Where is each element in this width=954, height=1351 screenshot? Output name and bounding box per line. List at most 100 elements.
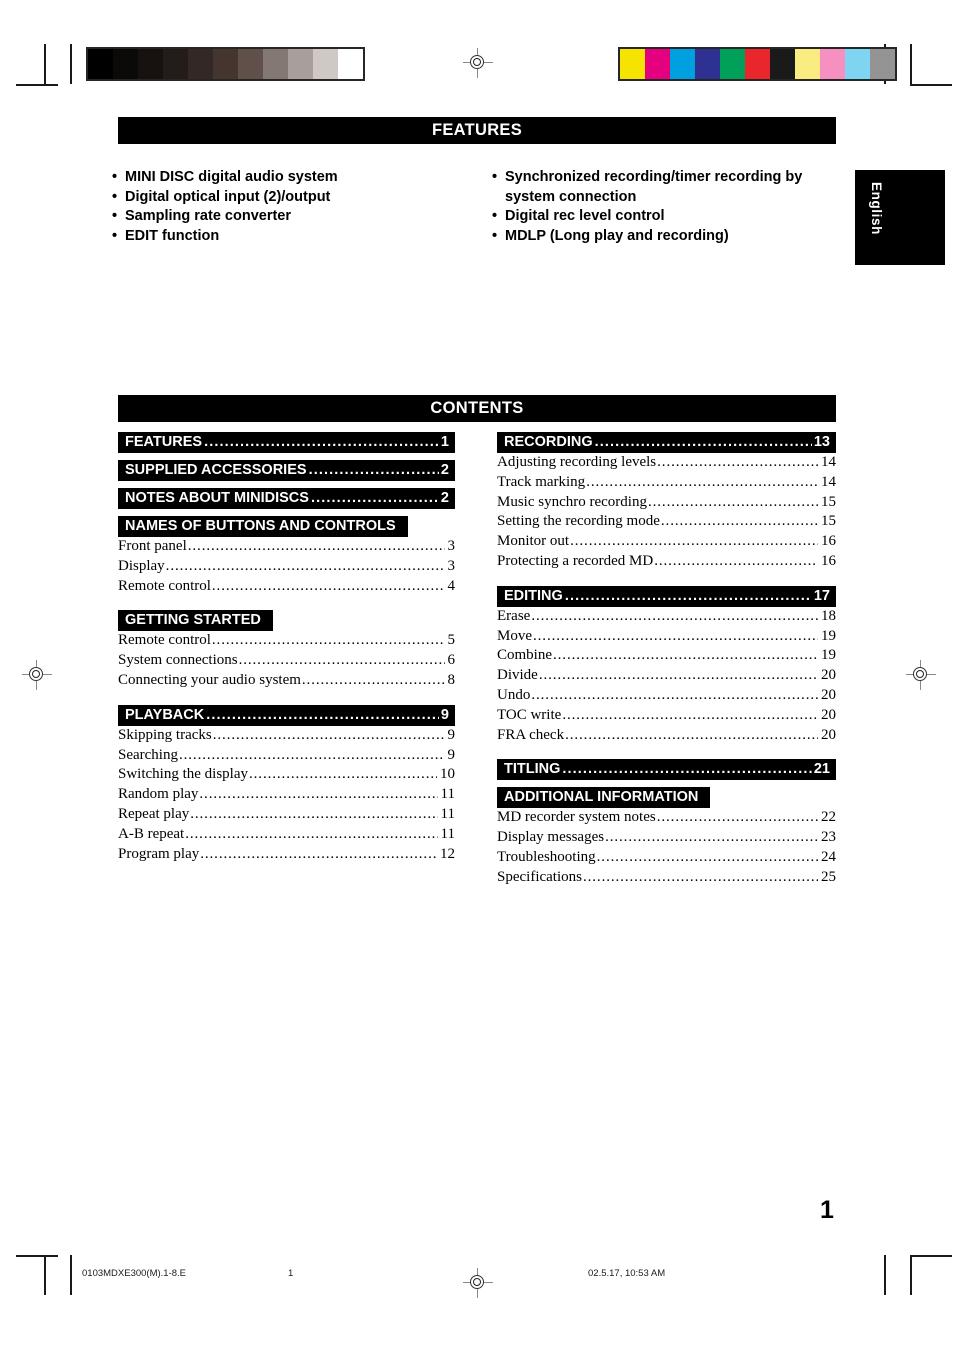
- toc-entry-page: 19: [821, 647, 836, 664]
- toc-entry-label: Music synchro recording: [497, 493, 647, 510]
- toc-entry[interactable]: Music synchro recording.................…: [497, 493, 836, 513]
- toc-entry-page: 10: [440, 766, 455, 783]
- toc-entry[interactable]: Remote control..........................…: [118, 577, 455, 597]
- toc-entry[interactable]: Display messages........................…: [497, 828, 836, 848]
- toc-entry[interactable]: Divide..................................…: [497, 666, 836, 686]
- toc-entry[interactable]: Program play............................…: [118, 845, 455, 865]
- color-swatch: [820, 49, 845, 79]
- toc-section-bar[interactable]: TITLING.................................…: [497, 759, 836, 781]
- toc-leader-dots: ........................................…: [211, 577, 445, 594]
- toc-section-bar[interactable]: FEATURES................................…: [118, 432, 455, 453]
- features-header-label: FEATURES: [431, 121, 523, 139]
- toc-entry[interactable]: Random play.............................…: [118, 785, 455, 805]
- toc-entry-label: Searching: [118, 746, 178, 763]
- toc-leader-dots: ........................................…: [211, 632, 445, 649]
- toc-leader-dots: ........................................…: [200, 845, 437, 862]
- toc-entry-label: Random play: [118, 786, 199, 803]
- contents-header-label: CONTENTS: [430, 399, 524, 417]
- toc-entry[interactable]: Connecting your audio system............…: [118, 671, 455, 691]
- toc-group-spacer: [118, 509, 455, 516]
- grayscale-step-wedge: [86, 47, 365, 81]
- toc-entry-page: 15: [821, 493, 836, 510]
- toc-entry-label: Erase: [497, 607, 531, 624]
- toc-entry[interactable]: Remote control..........................…: [118, 631, 455, 651]
- toc-entry[interactable]: Track marking...........................…: [497, 473, 836, 493]
- toc-section-bar[interactable]: RECORDING...............................…: [497, 432, 836, 453]
- toc-entry-page: 25: [821, 868, 836, 885]
- feature-bullet-label: MINI DISC digital audio system: [125, 169, 338, 185]
- toc-entry[interactable]: Front panel.............................…: [118, 537, 455, 557]
- color-swatch: [870, 49, 895, 79]
- toc-section-label: TITLING: [504, 761, 561, 778]
- registration-mark-right-middle: [906, 660, 936, 690]
- crop-mark-top-left-vertical: [44, 44, 46, 84]
- toc-entry[interactable]: Adjusting recording levels..............…: [497, 453, 836, 473]
- toc-entry-label: Adjusting recording levels: [497, 454, 657, 470]
- toc-entry[interactable]: FRA check...............................…: [497, 726, 836, 746]
- toc-entry-label: Troubleshooting: [497, 848, 596, 865]
- toc-entry[interactable]: Protecting a recorded MD................…: [497, 552, 836, 572]
- toc-section-bar-wrapper: NAMES OF BUTTONS AND CONTROLS: [118, 516, 455, 537]
- toc-entry-page: 22: [821, 809, 836, 826]
- toc-entry[interactable]: Combine.................................…: [497, 646, 836, 666]
- crop-mark-bottom-left-inner: [70, 1255, 72, 1295]
- toc-section-bar[interactable]: GETTING STARTED: [118, 610, 273, 632]
- toc-entry[interactable]: Searching...............................…: [118, 746, 455, 766]
- toc-section-bar[interactable]: PLAYBACK................................…: [118, 704, 455, 726]
- features-right-list: • Synchronized recording/timer recording …: [492, 168, 832, 246]
- feature-bullet-item: • Digital rec level control: [492, 207, 832, 227]
- toc-entry-label: Connecting your audio system: [118, 671, 301, 688]
- toc-section-bar[interactable]: ADDITIONAL INFORMATION: [497, 787, 711, 809]
- toc-entry[interactable]: Monitor out.............................…: [497, 532, 836, 552]
- toc-entry[interactable]: TOC write...............................…: [497, 706, 836, 726]
- toc-entry-page: 18: [821, 607, 836, 624]
- features-left-list: • MINI DISC digital audio system • Digital …: [112, 168, 472, 246]
- toc-entry-page: 16: [821, 552, 836, 569]
- toc-section-bar[interactable]: EDITING.................................…: [497, 585, 836, 607]
- toc-leader-dots: ........................................…: [212, 726, 445, 743]
- toc-leader-dots: ........................................…: [647, 493, 818, 510]
- toc-leader-dots: ........................................…: [308, 462, 439, 478]
- toc-leader-dots: ........................................…: [553, 647, 818, 664]
- toc-entry[interactable]: Display.................................…: [118, 557, 455, 577]
- toc-entry[interactable]: Setting the recording mode..............…: [497, 512, 836, 532]
- feature-bullet-label: Synchronized recording/timer recording b…: [505, 169, 803, 205]
- features-header: FEATURES: [118, 117, 836, 144]
- toc-entry[interactable]: Switching the display...................…: [118, 765, 455, 785]
- language-tab-label: English: [869, 182, 884, 235]
- toc-entry[interactable]: Specifications..........................…: [497, 868, 836, 888]
- toc-entry[interactable]: MD recorder system notes................…: [497, 808, 836, 828]
- toc-section-label: NOTES ABOUT MINIDISCS: [125, 490, 309, 506]
- feature-bullet-label: Sampling rate converter: [125, 208, 291, 225]
- toc-section-bar[interactable]: NOTES ABOUT MINIDISCS...................…: [118, 488, 455, 509]
- toc-entry[interactable]: System connections......................…: [118, 651, 455, 671]
- bullet-icon: •: [492, 169, 498, 185]
- toc-entry-page: 4: [447, 577, 456, 594]
- toc-entry-label: A-B repeat: [118, 825, 185, 842]
- toc-entry[interactable]: Skipping tracks.........................…: [118, 726, 455, 746]
- toc-group-spacer: [497, 745, 836, 759]
- toc-leader-dots: ........................................…: [190, 805, 438, 822]
- color-swatch: [770, 49, 795, 79]
- toc-entry-page: 11: [440, 825, 455, 842]
- toc-entry[interactable]: Move....................................…: [497, 627, 836, 647]
- toc-section-bar[interactable]: SUPPLIED ACCESSORIES....................…: [118, 460, 455, 481]
- toc-entry[interactable]: Troubleshooting.........................…: [497, 848, 836, 868]
- print-footer-sheet: 1: [288, 1268, 294, 1279]
- toc-entry-page: 9: [447, 726, 456, 743]
- toc-entry[interactable]: Repeat play.............................…: [118, 805, 455, 825]
- toc-entry[interactable]: Erase...................................…: [497, 607, 836, 627]
- toc-section-label: SUPPLIED ACCESSORIES: [125, 462, 307, 478]
- toc-leader-dots: ........................................…: [570, 533, 818, 550]
- toc-leader-dots: ........................................…: [206, 706, 439, 723]
- toc-entry[interactable]: Undo....................................…: [497, 686, 836, 706]
- toc-section-bar[interactable]: NAMES OF BUTTONS AND CONTROLS: [118, 516, 408, 537]
- toc-entry-page: 12: [440, 845, 455, 862]
- bullet-icon: •: [492, 227, 498, 244]
- toc-leader-dots: ........................................…: [562, 706, 818, 723]
- toc-entry[interactable]: A-B repeat..............................…: [118, 825, 455, 845]
- toc-entry-label: Repeat play: [118, 805, 190, 822]
- toc-section-label: FEATURES: [125, 434, 203, 450]
- grayscale-swatch: [213, 49, 238, 79]
- feature-bullet-item: • Sampling rate converter: [112, 207, 472, 227]
